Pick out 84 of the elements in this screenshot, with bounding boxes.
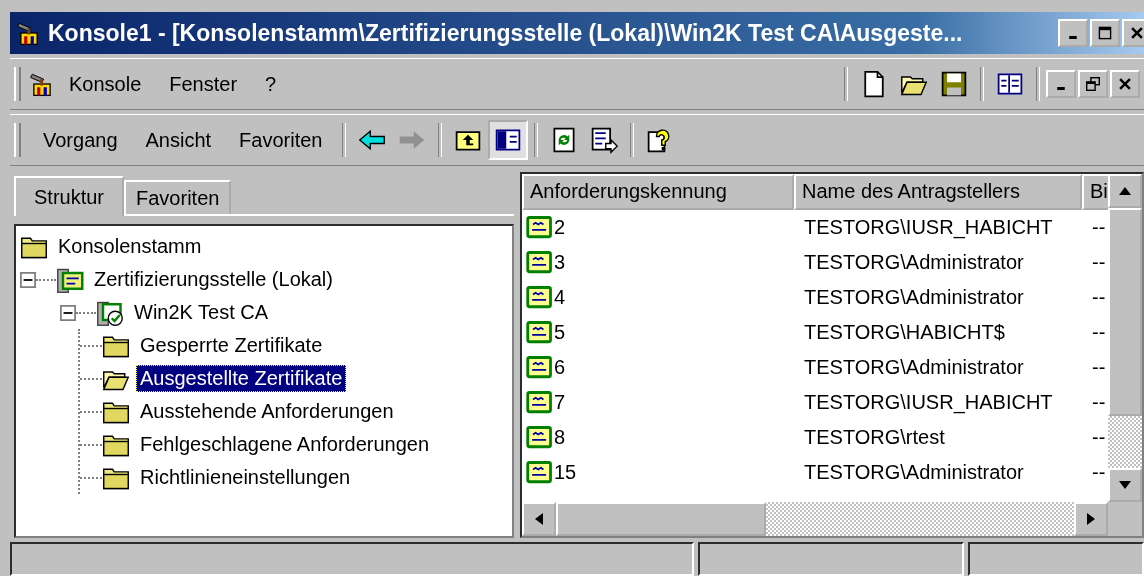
floppy-icon (940, 70, 968, 98)
export-list-icon (590, 126, 619, 154)
tree-item[interactable]: Konsolenstamm (54, 233, 206, 260)
menu-item[interactable]: Favoriten (225, 124, 337, 156)
column-header[interactable]: Bi (1082, 174, 1108, 210)
certificate-icon (526, 284, 554, 311)
close-button[interactable] (1122, 19, 1144, 47)
scrollbar-thumb[interactable] (1108, 208, 1142, 416)
tree-item[interactable]: Richtlinieneinstellungen (136, 464, 355, 491)
tree-item[interactable]: Ausgestellte Zertifikate (136, 365, 347, 392)
scroll-down-button[interactable] (1108, 468, 1142, 502)
table-cell: TESTORG\Administrator (804, 461, 1024, 484)
table-cell: TESTORG\IUSR_HABICHT (804, 216, 1053, 239)
table-cell: -- (1092, 461, 1106, 484)
scroll-right-button[interactable] (1074, 502, 1108, 536)
table-cell: -- (1092, 391, 1106, 414)
table-cell: 4 (554, 286, 566, 309)
certificate-icon (526, 214, 554, 241)
minimize-button[interactable] (1058, 19, 1088, 47)
maximize-button[interactable] (1090, 19, 1120, 47)
scroll-up-button[interactable] (1108, 174, 1142, 208)
table-cell: -- (1092, 356, 1106, 379)
arrow-left-icon (535, 513, 543, 525)
arrow-up-icon (1119, 187, 1131, 195)
table-cell: 8 (554, 426, 566, 449)
column-header[interactable]: Name des Antragstellers (794, 174, 1082, 210)
menu-item[interactable]: Ansicht (131, 124, 226, 156)
table-cell: 6 (554, 356, 566, 379)
table-cell: -- (1092, 321, 1106, 344)
tree-item[interactable]: Win2K Test CA (130, 299, 273, 326)
collapse-icon[interactable] (20, 271, 36, 288)
toolbar-grip[interactable] (14, 123, 21, 157)
table-cell: -- (1092, 216, 1106, 239)
arrow-right-icon (1087, 513, 1095, 525)
minimize-icon (1069, 35, 1077, 39)
scroll-left-button[interactable] (522, 502, 556, 536)
tab[interactable]: Favoriten (124, 180, 232, 214)
tree-item[interactable]: Zertifizierungsstelle (Lokal) (90, 266, 337, 293)
menu-item[interactable]: Fenster (155, 68, 252, 100)
scrollbar-thumb[interactable] (556, 502, 766, 536)
tree-item[interactable]: Fehlgeschlagene Anforderungen (136, 431, 434, 458)
table-cell: TESTORG\Administrator (804, 286, 1024, 309)
menu-item[interactable]: Vorgang (29, 124, 132, 156)
certificate-icon (526, 319, 554, 346)
table-cell: TESTORG\IUSR_HABICHT (804, 391, 1053, 414)
toolbar-grip[interactable] (14, 67, 21, 101)
table-cell: -- (1092, 251, 1106, 274)
table-cell: TESTORG\Administrator (804, 356, 1024, 379)
scrollbar-corner (1108, 502, 1142, 536)
certificate-icon (526, 249, 554, 276)
menu-item[interactable]: ? (251, 68, 291, 100)
close-icon (1118, 77, 1132, 91)
table-cell: TESTORG\rtest (804, 426, 945, 449)
window-title: Konsole1 - [Konsolenstamm\Zertifizierungsstelle (Lokal)\Win2K Test CA\Ausgeste... (48, 19, 964, 47)
close-button[interactable] (1110, 70, 1140, 98)
table-cell: -- (1092, 426, 1106, 449)
certificate-icon (526, 389, 554, 416)
tab[interactable]: Struktur (14, 176, 125, 216)
horizontal-scrollbar[interactable] (522, 502, 1108, 536)
toolbar-button[interactable] (488, 120, 529, 160)
certificate-icon (526, 459, 554, 486)
tree-item[interactable]: Ausstehende Anforderungen (136, 398, 398, 425)
menu-item[interactable]: Konsole (55, 68, 156, 100)
table-cell: TESTORG\HABICHT$ (804, 321, 1005, 344)
table-cell: 5 (554, 321, 566, 344)
column-header[interactable]: Anforderungskennung (522, 174, 794, 210)
minimize-button[interactable] (1046, 70, 1076, 98)
close-icon (1130, 26, 1144, 40)
minimize-icon (1057, 86, 1065, 90)
table-cell: 3 (554, 251, 566, 274)
maximize-icon (1098, 26, 1112, 40)
table-cell: TESTORG\Administrator (804, 251, 1024, 274)
vertical-scrollbar[interactable] (1108, 174, 1142, 502)
collapse-icon[interactable] (60, 304, 76, 321)
table-cell: 7 (554, 391, 566, 414)
certificate-icon (526, 354, 554, 381)
restore-icon (1086, 77, 1100, 91)
restore-button[interactable] (1078, 70, 1108, 98)
certificate-icon (526, 424, 554, 451)
tree-item[interactable]: Gesperrte Zertifikate (136, 332, 327, 359)
arrow-down-icon (1119, 481, 1131, 489)
table-cell: 2 (554, 216, 566, 239)
table-cell: -- (1092, 286, 1106, 309)
table-cell: 15 (554, 461, 577, 484)
